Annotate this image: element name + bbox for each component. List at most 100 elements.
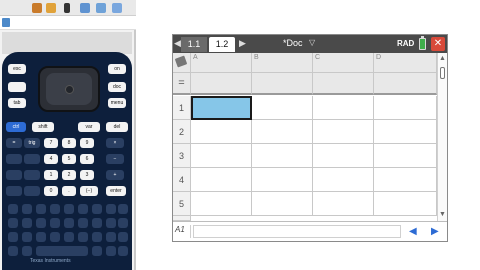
alpha-key[interactable] [106,246,116,256]
key-2[interactable]: 2 [62,170,76,180]
doc-icon[interactable] [2,18,10,27]
key-5[interactable]: 5 [62,154,76,164]
key-6[interactable]: 6 [80,154,94,164]
alpha-key[interactable] [36,232,46,242]
handheld-icon[interactable] [64,3,70,13]
settings-icon[interactable] [46,3,56,13]
nav-left-icon[interactable]: ◀ [409,226,417,237]
key-1[interactable]: 1 [44,170,58,180]
key-negative[interactable]: (−) [80,186,98,196]
alpha-key[interactable] [78,204,88,214]
key-decimal[interactable]: . [62,186,76,196]
row-header[interactable]: 3 [173,144,191,168]
alpha-key[interactable] [36,218,46,228]
cell-c5[interactable] [313,192,374,216]
cell-d5[interactable] [374,192,437,216]
alpha-key[interactable] [118,232,128,242]
close-icon[interactable]: ✕ [431,37,445,51]
folder-icon[interactable] [80,3,90,13]
cell-a2[interactable] [191,120,252,144]
cell-a1[interactable] [191,96,252,120]
alpha-key[interactable] [8,218,18,228]
formula-cell-b[interactable] [252,73,313,95]
vertical-scrollbar[interactable]: ▲ ▼ [437,53,447,221]
tab-1-1[interactable]: 1.1 [181,37,207,52]
alpha-key[interactable] [8,232,18,242]
alpha-key[interactable] [64,204,74,214]
ctrl-key[interactable]: ctrl [6,122,26,132]
formula-cell-a[interactable] [191,73,252,95]
var-key[interactable]: var [78,122,100,132]
key-0[interactable]: 0 [44,186,58,196]
key-minus[interactable]: − [106,154,124,164]
formula-cell-c[interactable] [313,73,374,95]
alpha-key[interactable] [78,218,88,228]
alpha-key[interactable] [50,218,60,228]
alpha-key[interactable] [92,232,102,242]
alpha-key[interactable] [8,246,18,256]
alpha-key[interactable] [106,204,116,214]
alpha-key[interactable] [64,232,74,242]
alpha-key[interactable] [22,204,32,214]
doc-title[interactable]: *Doc [283,38,303,48]
doc-key[interactable]: doc [108,82,126,92]
cell-b4[interactable] [252,168,313,192]
alpha-key[interactable] [118,204,128,214]
shift-key[interactable]: shift [32,122,54,132]
entry-line[interactable] [193,225,401,238]
cell-b1[interactable] [252,96,313,120]
trig-key[interactable]: trig [24,138,40,148]
on-key[interactable]: on [108,64,126,74]
alpha-key[interactable] [8,204,18,214]
alpha-key[interactable] [118,246,128,256]
tab-key[interactable]: tab [8,98,26,108]
alpha-key[interactable] [92,218,102,228]
alpha-key[interactable] [106,232,116,242]
row-header[interactable]: 5 [173,192,191,216]
key-multiply[interactable]: × [106,138,124,148]
alpha-key[interactable] [118,218,128,228]
chevron-down-icon[interactable]: ▽ [309,38,315,47]
row-header[interactable]: 2 [173,120,191,144]
arrow-left-icon[interactable]: ◀ [174,38,181,49]
cell-d3[interactable] [374,144,437,168]
scroll-down-icon[interactable]: ▼ [439,211,446,218]
row-header[interactable]: 1 [173,96,191,120]
column-header-b[interactable]: B [252,53,313,73]
key-3[interactable]: 3 [80,170,94,180]
cell-c4[interactable] [313,168,374,192]
alpha-key[interactable] [78,232,88,242]
menu-key[interactable]: menu [108,98,126,108]
alpha-key[interactable] [50,232,60,242]
func-key-x[interactable] [6,170,22,180]
alpha-key[interactable] [64,218,74,228]
func-key-enter[interactable] [24,186,40,196]
screenshot-icon[interactable] [96,3,106,13]
del-key[interactable]: del [106,122,128,132]
cell-b2[interactable] [252,120,313,144]
scroll-up-icon[interactable]: ▲ [439,55,446,62]
tab-1-2[interactable]: 1.2 [209,37,235,52]
cell-b5[interactable] [252,192,313,216]
space-key[interactable] [36,246,88,256]
cell-d2[interactable] [374,120,437,144]
touchpad-inner[interactable] [46,73,92,105]
equals-key[interactable]: = [6,138,22,148]
tools-icon[interactable] [32,3,42,13]
cell-c3[interactable] [313,144,374,168]
tag-icon[interactable] [174,55,188,68]
func-key-x2[interactable] [6,154,22,164]
cell-a5[interactable] [191,192,252,216]
alpha-key[interactable] [22,218,32,228]
alpha-key[interactable] [22,232,32,242]
key-7[interactable]: 7 [44,138,58,148]
column-header-d[interactable]: D [374,53,437,73]
touchpad[interactable] [38,66,100,112]
alpha-key[interactable] [92,204,102,214]
help-icon[interactable] [112,3,122,13]
cell-c1[interactable] [313,96,374,120]
esc-key[interactable]: esc [8,64,26,74]
enter-key[interactable]: enter [106,186,126,196]
cell-c2[interactable] [313,120,374,144]
func-key-ex[interactable] [24,154,40,164]
